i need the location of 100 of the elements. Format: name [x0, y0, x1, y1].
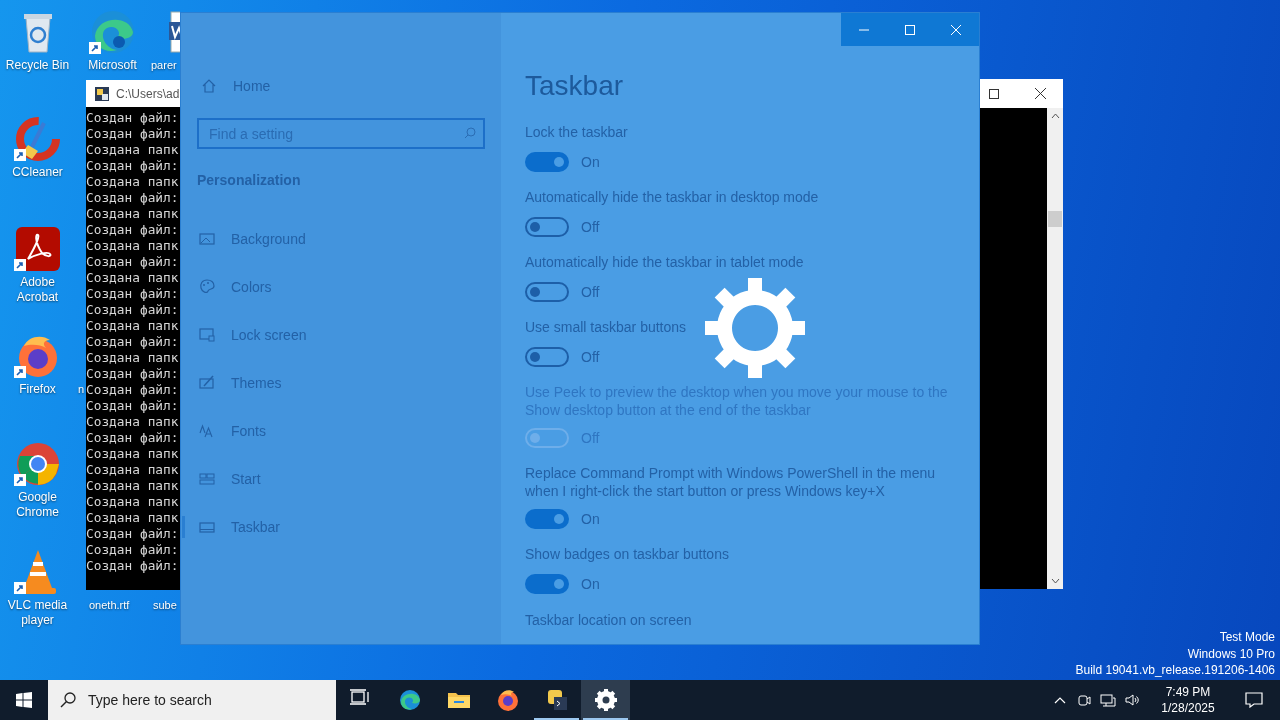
nav-icon — [199, 279, 215, 295]
console-line: Создана папк — [86, 478, 180, 494]
icon-label: Recycle Bin — [4, 58, 71, 73]
icon-label: Adobe Acrobat — [15, 275, 60, 305]
setting-label: Automatically hide the taskbar in tablet mode — [525, 253, 805, 272]
clock-date: 1/28/2025 — [1161, 700, 1215, 716]
console-line: Создана папк — [86, 350, 180, 366]
nav-icon — [199, 423, 215, 439]
icon-label: VLC media player — [6, 598, 69, 628]
app-icon[interactable] — [13, 115, 62, 163]
toggle-switch[interactable] — [525, 152, 569, 172]
console-line: Создан файл: — [86, 254, 180, 270]
console-line: Создан файл: — [86, 126, 180, 142]
console-line: Создана папк — [86, 238, 180, 254]
search-icon — [60, 692, 76, 708]
close-icon — [951, 24, 961, 35]
scrollbar[interactable] — [1047, 108, 1063, 589]
console-line: Создан файл: — [86, 334, 180, 350]
console-icon — [94, 85, 110, 102]
toggle-state: Off — [581, 282, 600, 302]
watermark-text: Build 19041.vb_release.191206-1406 — [1075, 662, 1275, 679]
window-title: C:\Users\ad — [116, 85, 180, 103]
icon-label: Firefox — [18, 382, 57, 397]
subheading: Taskbar location on screen — [525, 611, 693, 630]
toggle-state: Off — [581, 347, 600, 367]
console-line: Создан файл: — [86, 366, 180, 382]
firefox-icon — [495, 688, 520, 712]
console-line: Создана папк — [86, 462, 180, 478]
console-line: Создана папк — [86, 318, 180, 334]
setting-label: Lock the taskbar — [525, 123, 629, 142]
toggle-switch[interactable] — [525, 347, 569, 367]
camera-icon — [1076, 692, 1092, 708]
watermark-text: Windows 10 Pro — [1187, 645, 1275, 662]
app-icon[interactable] — [13, 440, 62, 488]
toggle-switch[interactable] — [525, 217, 569, 237]
console-line: Создана папк — [86, 446, 180, 462]
close-icon — [1034, 88, 1046, 99]
icon-label: CCleaner — [11, 165, 64, 180]
icon-label: Microsoft — [87, 58, 138, 73]
toggle-state: On — [581, 509, 600, 529]
icon-label: Google Chrome — [15, 490, 60, 520]
console-line: Создан файл: — [86, 110, 180, 126]
icon-label: n — [78, 382, 85, 397]
taskbar-button[interactable] — [581, 680, 630, 720]
maximize-icon — [905, 24, 915, 35]
app-icon[interactable] — [88, 8, 137, 56]
toggle-switch[interactable] — [525, 509, 569, 529]
scroll-down-icon[interactable] — [1050, 578, 1060, 584]
icon-label: oneth.rtf — [89, 598, 130, 613]
toggle-switch[interactable] — [525, 574, 569, 594]
clock[interactable]: 7:49 PM 1/28/2025 — [1148, 684, 1228, 716]
console-line: Создана папк — [86, 142, 180, 158]
console-line: Создан файл: — [86, 190, 180, 206]
setting-label: Use small taskbar buttons — [525, 318, 688, 337]
console-line: Создан файл: — [86, 286, 180, 302]
console-line: Создан файл: — [86, 398, 180, 414]
console-line: Создана папк — [86, 414, 180, 430]
console-line: Создан файл: — [86, 526, 180, 542]
console-line: Создана папк — [86, 494, 180, 510]
nav-icon — [199, 327, 215, 343]
toggle-state: Off — [581, 217, 600, 237]
search-field[interactable]: Type here to search — [48, 680, 336, 720]
console-line: Создана папк — [86, 174, 180, 190]
console-line: Создан файл: — [86, 158, 180, 174]
gear-icon — [705, 278, 805, 378]
app-icon[interactable] — [13, 225, 62, 273]
console-line: Создан файл: — [86, 542, 180, 558]
nav-icon — [199, 231, 215, 247]
console-line: Создан файл: — [86, 430, 180, 446]
console-line: Создан файл: — [86, 558, 180, 574]
scroll-up-icon[interactable] — [1050, 113, 1060, 119]
console-line: Создана папк — [86, 270, 180, 286]
network-icon — [1100, 692, 1116, 708]
edge-icon — [397, 688, 422, 712]
clock-time: 7:49 PM — [1165, 684, 1211, 700]
settings-icon — [593, 688, 618, 712]
toggle-state: On — [581, 574, 600, 594]
volume-icon — [1124, 692, 1140, 708]
console-line: Создана папк — [86, 206, 180, 222]
console-line: Создан файл: — [86, 382, 180, 398]
console-line: Создан файл: — [86, 222, 180, 238]
setting-label: Automatically hide the taskbar in desktop mode — [525, 188, 820, 207]
scroll-thumb[interactable] — [1048, 210, 1062, 227]
toggle-switch[interactable] — [525, 282, 569, 302]
icon-label: parer — [151, 58, 177, 73]
nav-icon — [199, 471, 215, 487]
console-line: Создан файл: — [86, 302, 180, 318]
windows-logo-icon — [16, 692, 32, 708]
setting-label: Show badges on taskbar buttons — [525, 545, 730, 564]
toggle-state: On — [581, 152, 600, 172]
watermark-text: Test Mode — [1219, 629, 1275, 646]
console-line: Создана папк — [86, 510, 180, 526]
icon-label: sube — [153, 598, 177, 613]
nav-icon — [199, 519, 215, 535]
nav-icon — [199, 375, 215, 391]
notification-icon — [1245, 692, 1263, 708]
home-icon — [201, 78, 217, 94]
page-title: Taskbar — [525, 69, 625, 103]
maximize-icon — [989, 88, 999, 99]
search-icon — [464, 127, 476, 139]
